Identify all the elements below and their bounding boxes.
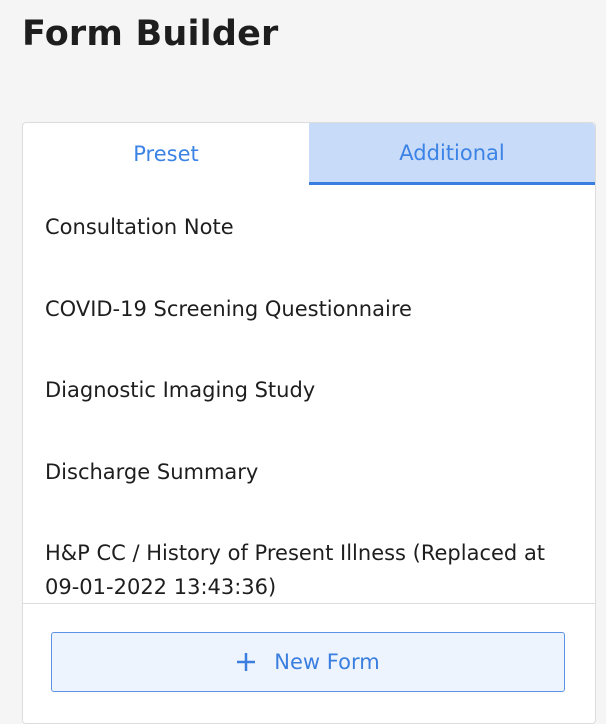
form-list-item[interactable]: COVID-19 Screening Questionnaire bbox=[23, 292, 434, 326]
new-form-label: New Form bbox=[274, 650, 380, 674]
tab-bar: Preset Additional bbox=[23, 123, 595, 185]
form-builder-panel: Preset Additional Consultation Note COVI… bbox=[22, 122, 596, 724]
page-title: Form Builder bbox=[22, 14, 279, 54]
plus-icon bbox=[236, 652, 256, 672]
new-form-button[interactable]: New Form bbox=[51, 632, 565, 692]
form-list-item[interactable]: Discharge Summary bbox=[23, 455, 280, 489]
form-list-item[interactable]: H&P CC / History of Present Illness (Rep… bbox=[23, 536, 595, 603]
form-list[interactable]: Consultation Note COVID-19 Screening Que… bbox=[23, 185, 595, 603]
tab-preset[interactable]: Preset bbox=[23, 123, 309, 185]
form-list-item[interactable]: Diagnostic Imaging Study bbox=[23, 373, 337, 407]
panel-footer: New Form bbox=[23, 603, 595, 723]
form-list-item[interactable]: Consultation Note bbox=[23, 210, 256, 244]
tab-additional[interactable]: Additional bbox=[309, 123, 595, 185]
